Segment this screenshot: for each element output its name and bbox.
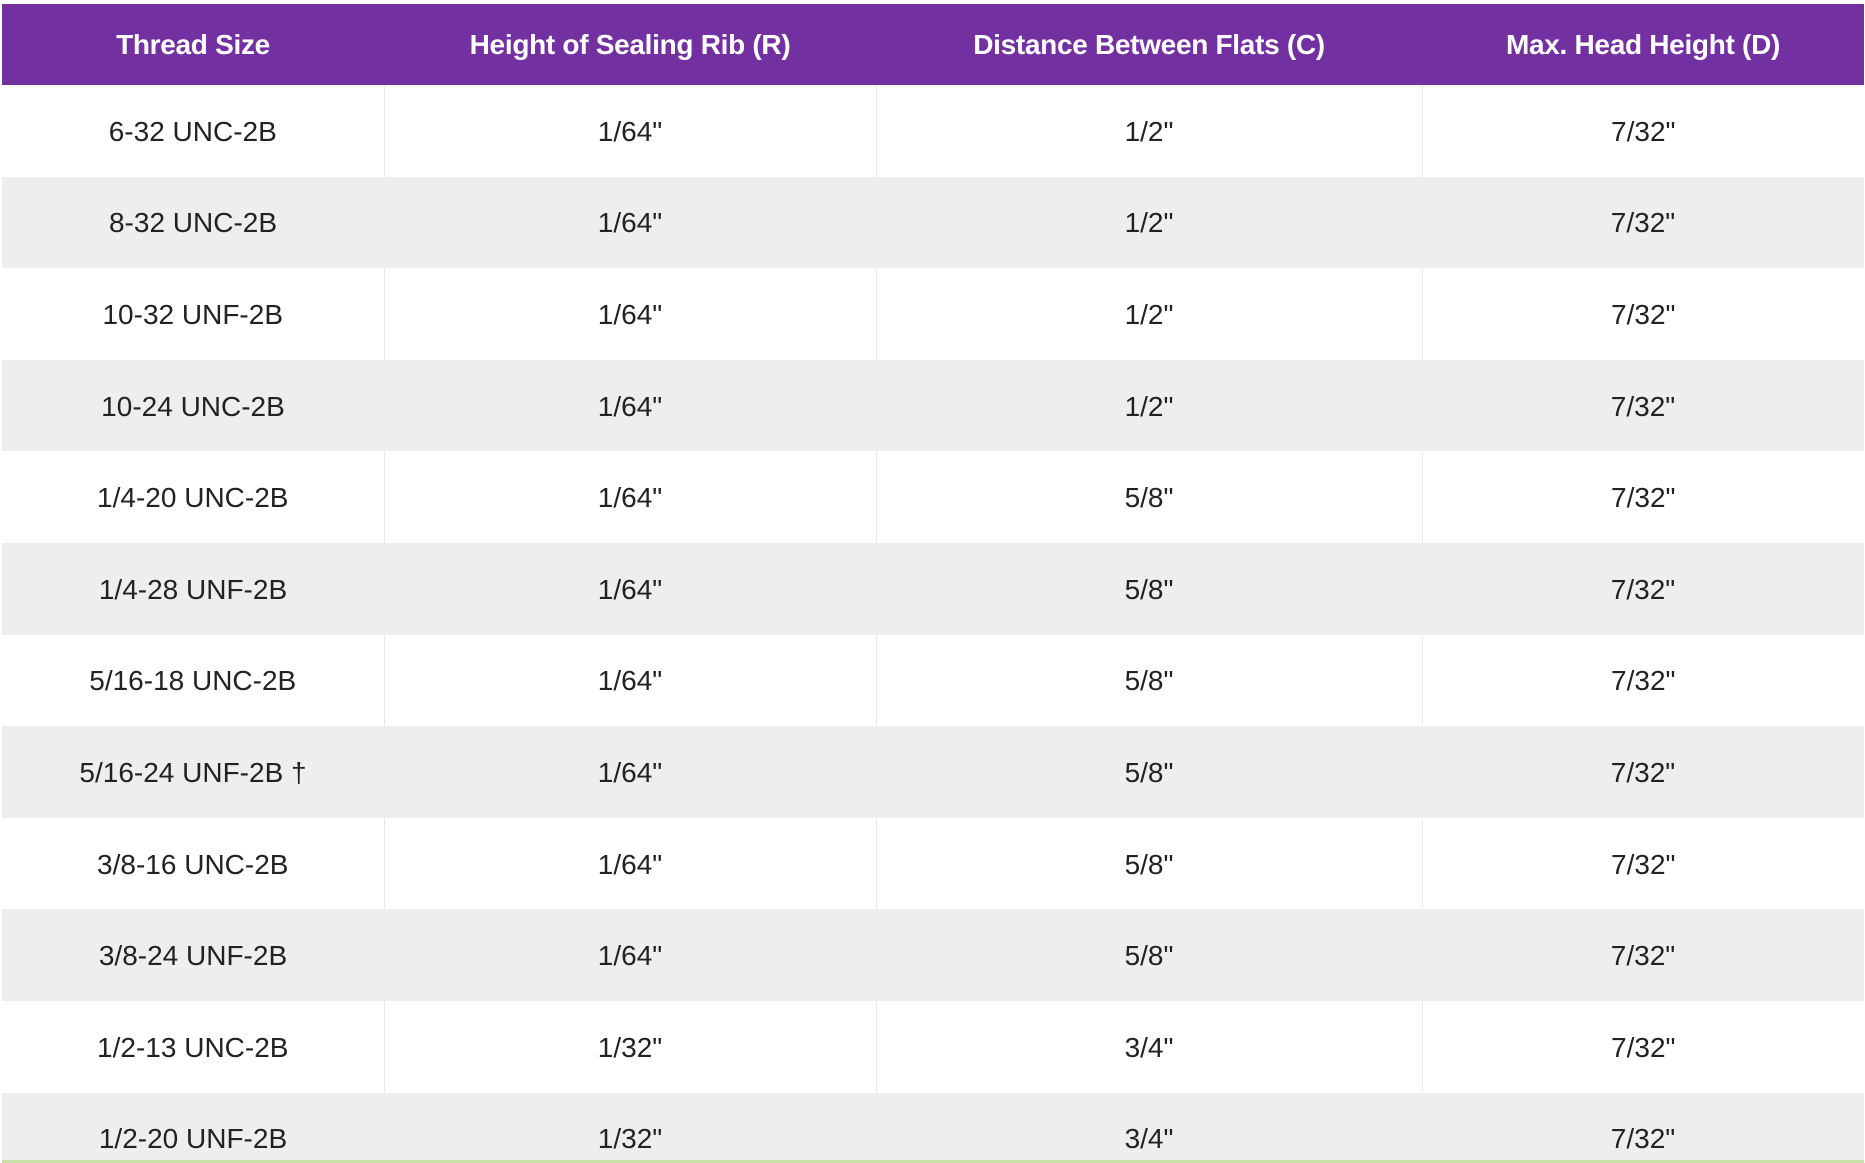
table-row: 3/8-24 UNF-2B 1/64" 5/8" 7/32" xyxy=(2,909,1864,1001)
distance-between-flats-cell: 5/8" xyxy=(876,542,1422,635)
thread-size-cell: 6-32 UNC-2B xyxy=(2,85,385,177)
thread-size-cell: 1/4-20 UNC-2B xyxy=(2,451,385,543)
sealing-rib-height-cell: 1/32" xyxy=(384,1092,876,1163)
distance-between-flats-cell: 5/8" xyxy=(876,634,1423,727)
header-thread-size: Thread Size xyxy=(2,4,384,85)
max-head-height-cell: 7/32" xyxy=(1422,268,1864,360)
sealing-rib-height-cell: 1/64" xyxy=(384,359,876,452)
table-body: 6-32 UNC-2B 1/64" 1/2" 7/32" 8-32 UNC-2B 1/64… xyxy=(2,85,1864,1163)
header-row: Thread Size Height of Sealing Rib (R) Di… xyxy=(2,4,1864,85)
thread-size-cell: 5/16-24 UNF-2B † xyxy=(2,726,384,818)
thread-size-cell: 10-24 UNC-2B xyxy=(2,359,384,452)
sealing-rib-height-cell: 1/64" xyxy=(384,817,877,910)
max-head-height-cell: 7/32" xyxy=(1422,634,1864,727)
max-head-height-cell: 7/32" xyxy=(1422,176,1864,269)
thread-size-table: Thread Size Height of Sealing Rib (R) Di… xyxy=(2,4,1864,1163)
table-row: 1/2-13 UNC-2B 1/32" 3/4" 7/32" xyxy=(2,1000,1864,1093)
sealing-rib-height-cell: 1/32" xyxy=(384,1000,877,1093)
distance-between-flats-cell: 5/8" xyxy=(876,726,1422,818)
thread-size-cell: 3/8-24 UNF-2B xyxy=(2,909,384,1001)
table-row: 1/4-28 UNF-2B 1/64" 5/8" 7/32" xyxy=(2,542,1864,635)
thread-size-cell: 1/4-28 UNF-2B xyxy=(2,542,384,635)
distance-between-flats-cell: 5/8" xyxy=(876,909,1422,1001)
table-row: 10-32 UNF-2B 1/64" 1/2" 7/32" xyxy=(2,268,1864,360)
table-row: 1/4-20 UNC-2B 1/64" 5/8" 7/32" xyxy=(2,451,1864,543)
table-row: 5/16-24 UNF-2B † 1/64" 5/8" 7/32" xyxy=(2,726,1864,818)
table-container: Thread Size Height of Sealing Rib (R) Di… xyxy=(0,0,1865,1163)
distance-between-flats-cell: 1/2" xyxy=(876,176,1422,269)
max-head-height-cell: 7/32" xyxy=(1422,359,1864,452)
sealing-rib-height-cell: 1/64" xyxy=(384,726,876,818)
sealing-rib-height-cell: 1/64" xyxy=(384,85,877,177)
max-head-height-cell: 7/32" xyxy=(1422,1000,1864,1093)
distance-between-flats-cell: 5/8" xyxy=(876,451,1423,543)
distance-between-flats-cell: 3/4" xyxy=(876,1000,1423,1093)
sealing-rib-height-cell: 1/64" xyxy=(384,451,877,543)
sealing-rib-height-cell: 1/64" xyxy=(384,634,877,727)
sealing-rib-height-cell: 1/64" xyxy=(384,909,876,1001)
thread-size-cell: 8-32 UNC-2B xyxy=(2,176,384,269)
table-row: 10-24 UNC-2B 1/64" 1/2" 7/32" xyxy=(2,359,1864,452)
max-head-height-cell: 7/32" xyxy=(1422,451,1864,543)
max-head-height-cell: 7/32" xyxy=(1422,817,1864,910)
header-distance-between-flats: Distance Between Flats (C) xyxy=(876,4,1422,85)
table-row: 6-32 UNC-2B 1/64" 1/2" 7/32" xyxy=(2,85,1864,177)
sealing-rib-height-cell: 1/64" xyxy=(384,542,876,635)
max-head-height-cell: 7/32" xyxy=(1422,726,1864,818)
sealing-rib-height-cell: 1/64" xyxy=(384,268,877,360)
distance-between-flats-cell: 1/2" xyxy=(876,359,1422,452)
distance-between-flats-cell: 1/2" xyxy=(876,268,1423,360)
distance-between-flats-cell: 3/4" xyxy=(876,1092,1422,1163)
max-head-height-cell: 7/32" xyxy=(1422,909,1864,1001)
thread-size-cell: 1/2-13 UNC-2B xyxy=(2,1000,385,1093)
header-max-head-height: Max. Head Height (D) xyxy=(1422,4,1864,85)
thread-size-cell: 3/8-16 UNC-2B xyxy=(2,817,385,910)
thread-size-cell: 1/2-20 UNF-2B xyxy=(2,1092,384,1163)
table-row: 3/8-16 UNC-2B 1/64" 5/8" 7/32" xyxy=(2,817,1864,910)
max-head-height-cell: 7/32" xyxy=(1422,542,1864,635)
thread-size-cell: 5/16-18 UNC-2B xyxy=(2,634,385,727)
header-sealing-rib-height: Height of Sealing Rib (R) xyxy=(384,4,876,85)
thread-size-cell: 10-32 UNF-2B xyxy=(2,268,385,360)
table-row: 1/2-20 UNF-2B 1/32" 3/4" 7/32" xyxy=(2,1092,1864,1163)
max-head-height-cell: 7/32" xyxy=(1422,1092,1864,1163)
distance-between-flats-cell: 1/2" xyxy=(876,85,1423,177)
max-head-height-cell: 7/32" xyxy=(1422,85,1864,177)
table-row: 5/16-18 UNC-2B 1/64" 5/8" 7/32" xyxy=(2,634,1864,727)
table-header: Thread Size Height of Sealing Rib (R) Di… xyxy=(2,4,1864,85)
sealing-rib-height-cell: 1/64" xyxy=(384,176,876,269)
distance-between-flats-cell: 5/8" xyxy=(876,817,1423,910)
table-row: 8-32 UNC-2B 1/64" 1/2" 7/32" xyxy=(2,176,1864,269)
